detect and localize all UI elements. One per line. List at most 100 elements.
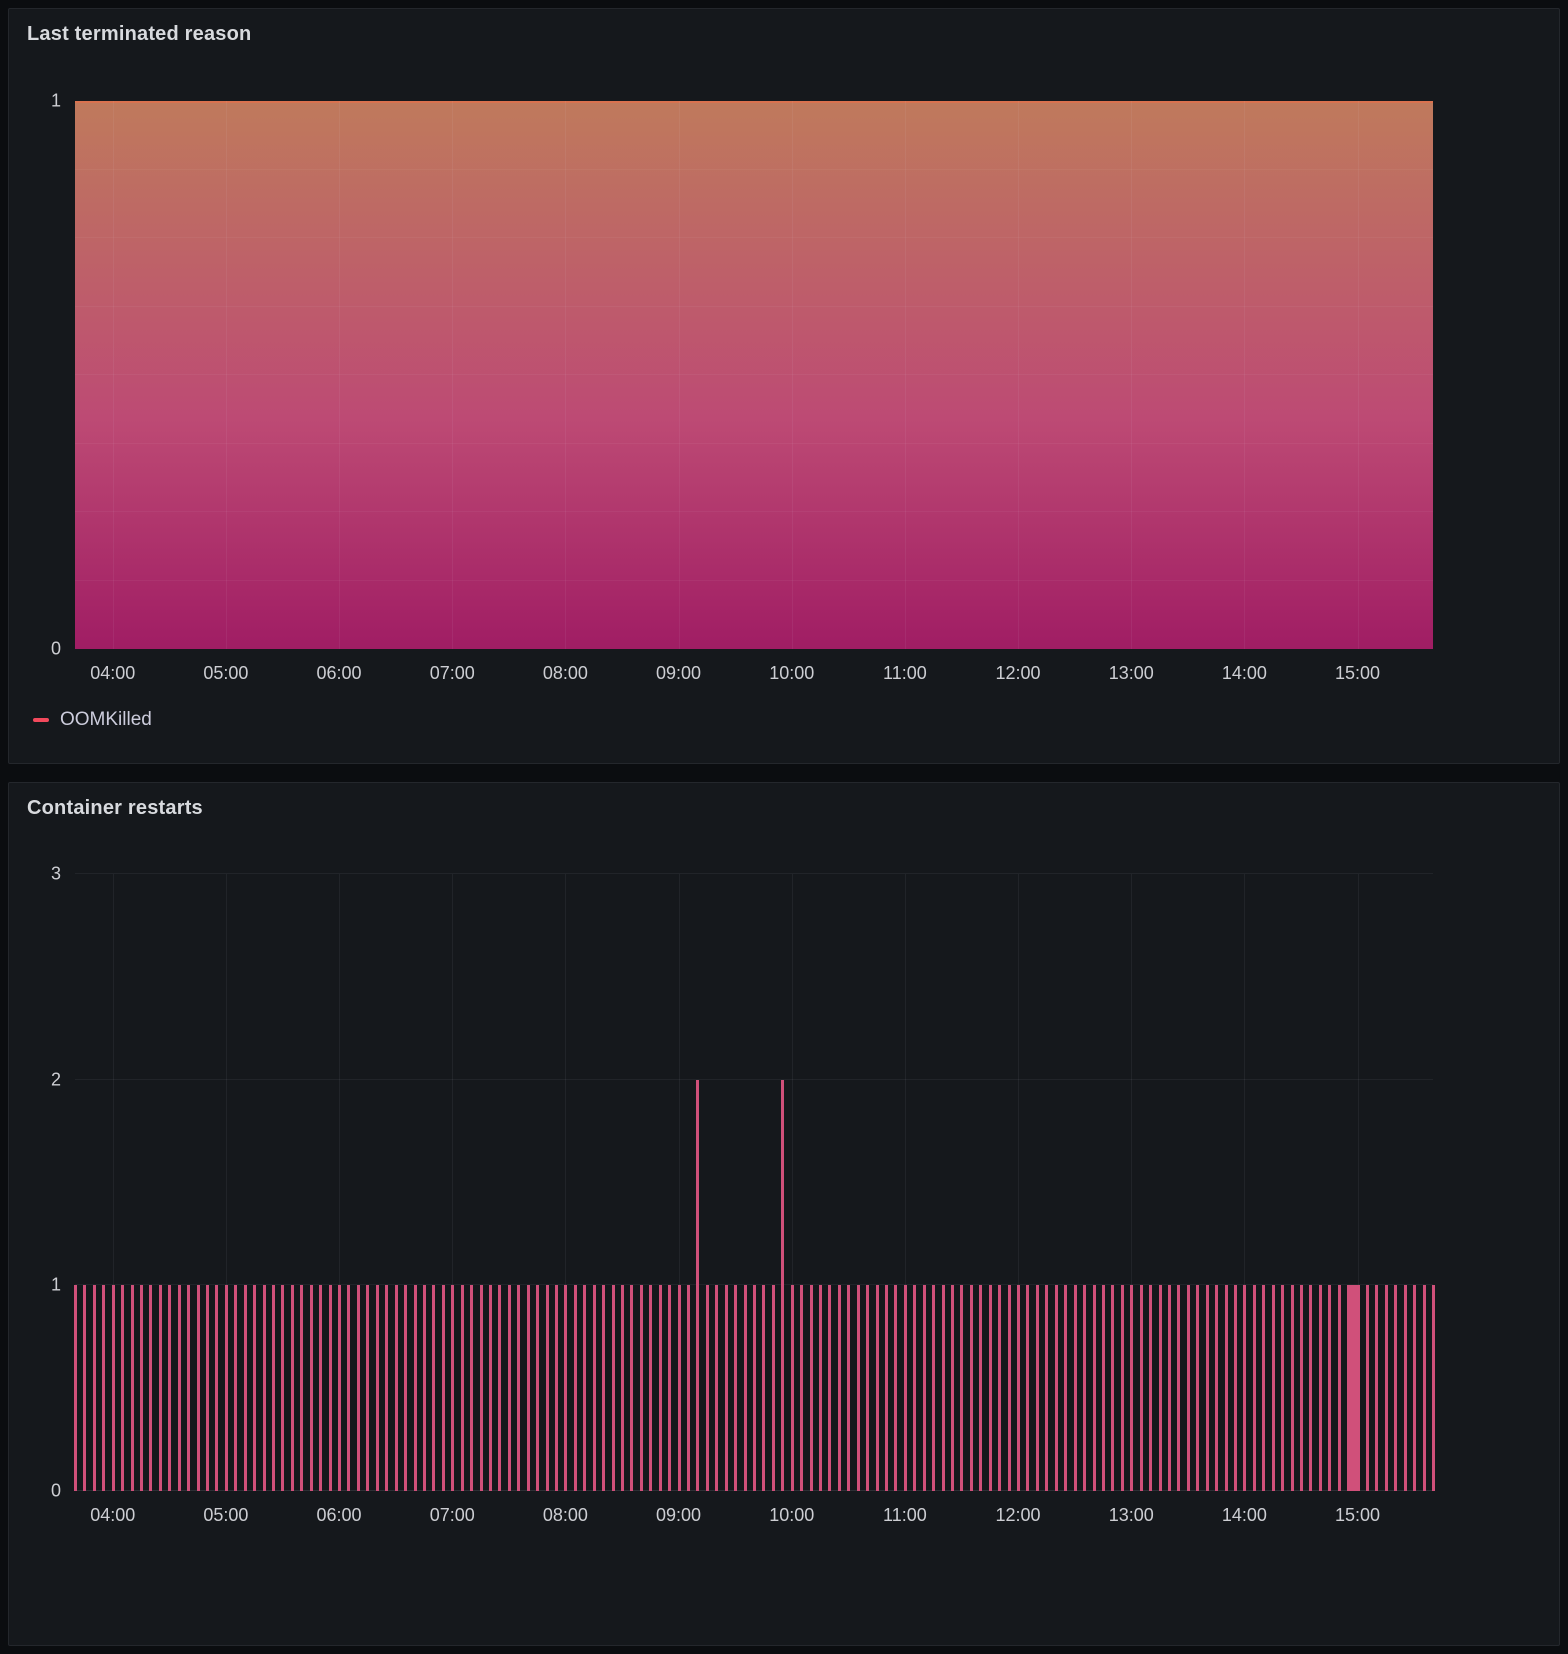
restart-bar bbox=[1319, 1285, 1322, 1491]
restart-bar bbox=[1366, 1285, 1369, 1491]
restart-bar bbox=[800, 1285, 803, 1491]
restart-bar bbox=[687, 1285, 690, 1491]
restart-bar bbox=[1413, 1285, 1416, 1491]
panel-last-terminated-reason: Last terminated reason 04:0005:0006:0007… bbox=[8, 8, 1560, 764]
grid-line-vertical bbox=[905, 101, 906, 649]
restart-bar bbox=[1008, 1285, 1011, 1491]
restart-bar bbox=[168, 1285, 171, 1491]
grid-line-vertical bbox=[226, 101, 227, 649]
grid-line-horizontal bbox=[75, 237, 1433, 238]
grid-line-horizontal bbox=[75, 169, 1433, 170]
restart-bar bbox=[1338, 1285, 1341, 1491]
x-axis-tick-label: 04:00 bbox=[90, 663, 135, 684]
restart-bar bbox=[197, 1285, 200, 1491]
grid-line-vertical bbox=[792, 101, 793, 649]
grid-line-horizontal bbox=[75, 511, 1433, 512]
restart-bar bbox=[1423, 1285, 1426, 1491]
restart-bar bbox=[253, 1285, 256, 1491]
restart-bar bbox=[932, 1285, 935, 1491]
grid-line-horizontal bbox=[75, 374, 1433, 375]
restart-bar bbox=[1149, 1285, 1152, 1491]
restart-bar bbox=[498, 1285, 501, 1491]
restart-bar bbox=[508, 1285, 511, 1491]
restart-bar bbox=[857, 1285, 860, 1491]
restart-bar bbox=[659, 1285, 662, 1491]
grid-line-vertical bbox=[1244, 101, 1245, 649]
restart-bar bbox=[102, 1285, 105, 1491]
restart-bar bbox=[1083, 1285, 1086, 1491]
restart-bar bbox=[602, 1285, 605, 1491]
grid-line-vertical bbox=[565, 101, 566, 649]
restart-bar bbox=[942, 1285, 945, 1491]
restart-bar bbox=[178, 1285, 181, 1491]
grid-line-vertical bbox=[452, 101, 453, 649]
restart-bar bbox=[753, 1285, 756, 1491]
restart-bar bbox=[442, 1285, 445, 1491]
grid-line-horizontal bbox=[75, 306, 1433, 307]
x-axis-tick-label: 08:00 bbox=[543, 663, 588, 684]
x-axis-tick-label: 12:00 bbox=[996, 663, 1041, 684]
restart-bar bbox=[744, 1285, 747, 1491]
x-axis-tick-label: 15:00 bbox=[1335, 663, 1380, 684]
restart-bar bbox=[1272, 1285, 1275, 1491]
restart-bar bbox=[715, 1285, 718, 1491]
grid-line-vertical bbox=[1018, 101, 1019, 649]
restart-bar bbox=[1206, 1285, 1209, 1491]
x-axis-tick-label: 07:00 bbox=[430, 1505, 475, 1526]
restart-bar bbox=[1130, 1285, 1133, 1491]
grid-line-horizontal bbox=[75, 873, 1433, 874]
restart-bar bbox=[989, 1285, 992, 1491]
restart-bar bbox=[781, 1080, 784, 1491]
restart-bar bbox=[1309, 1285, 1312, 1491]
x-axis-tick-label: 13:00 bbox=[1109, 663, 1154, 684]
restart-bar bbox=[149, 1285, 152, 1491]
x-axis-tick-label: 10:00 bbox=[769, 1505, 814, 1526]
y-axis-tick-label: 1 bbox=[17, 1275, 61, 1296]
restart-bar bbox=[621, 1285, 624, 1491]
x-axis-tick-label: 04:00 bbox=[90, 1505, 135, 1526]
restart-bar bbox=[593, 1285, 596, 1491]
oomkilled-area-fill bbox=[75, 101, 1433, 649]
x-axis-tick-label: 15:00 bbox=[1335, 1505, 1380, 1526]
x-axis-tick-label: 06:00 bbox=[317, 663, 362, 684]
restart-bar bbox=[263, 1285, 266, 1491]
legend-label-oomkilled[interactable]: OOMKilled bbox=[60, 709, 152, 731]
x-axis-tick-label: 14:00 bbox=[1222, 663, 1267, 684]
restart-bar bbox=[574, 1285, 577, 1491]
restart-bar bbox=[140, 1285, 143, 1491]
restart-bar bbox=[828, 1285, 831, 1491]
restart-bar bbox=[1215, 1285, 1218, 1491]
x-axis-tick-label: 07:00 bbox=[430, 663, 475, 684]
panel-title-last-terminated-reason[interactable]: Last terminated reason bbox=[27, 23, 251, 46]
restart-bar bbox=[527, 1285, 530, 1491]
restart-bar bbox=[838, 1285, 841, 1491]
area-chart-canvas[interactable]: 04:0005:0006:0007:0008:0009:0010:0011:00… bbox=[75, 101, 1433, 649]
restart-bar bbox=[1093, 1285, 1096, 1491]
restart-bar bbox=[1300, 1285, 1303, 1491]
restart-bar bbox=[234, 1285, 237, 1491]
panel-title-container-restarts[interactable]: Container restarts bbox=[27, 797, 203, 820]
restart-bar bbox=[1385, 1285, 1388, 1491]
restart-bar bbox=[923, 1285, 926, 1491]
restart-bar bbox=[791, 1285, 794, 1491]
restart-bar bbox=[960, 1285, 963, 1491]
x-axis-tick-label: 06:00 bbox=[317, 1505, 362, 1526]
y-axis-tick-label: 2 bbox=[17, 1069, 61, 1090]
grid-line-vertical bbox=[339, 101, 340, 649]
restart-bar bbox=[385, 1285, 388, 1491]
restart-bar bbox=[338, 1285, 341, 1491]
x-axis-tick-label: 11:00 bbox=[883, 663, 927, 684]
restart-bar bbox=[762, 1285, 765, 1491]
restart-bar bbox=[913, 1285, 916, 1491]
restart-bar bbox=[93, 1285, 96, 1491]
restart-bar bbox=[244, 1285, 247, 1491]
restart-bar bbox=[131, 1285, 134, 1491]
restart-bar bbox=[668, 1285, 671, 1491]
restart-bar bbox=[376, 1285, 379, 1491]
bar-chart-canvas[interactable]: 04:0005:0006:0007:0008:0009:0010:0011:00… bbox=[75, 874, 1433, 1491]
restart-bar bbox=[564, 1285, 567, 1491]
restart-bar bbox=[951, 1285, 954, 1491]
restart-bar bbox=[772, 1285, 775, 1491]
restart-bar bbox=[894, 1285, 897, 1491]
restart-bar bbox=[215, 1285, 218, 1491]
